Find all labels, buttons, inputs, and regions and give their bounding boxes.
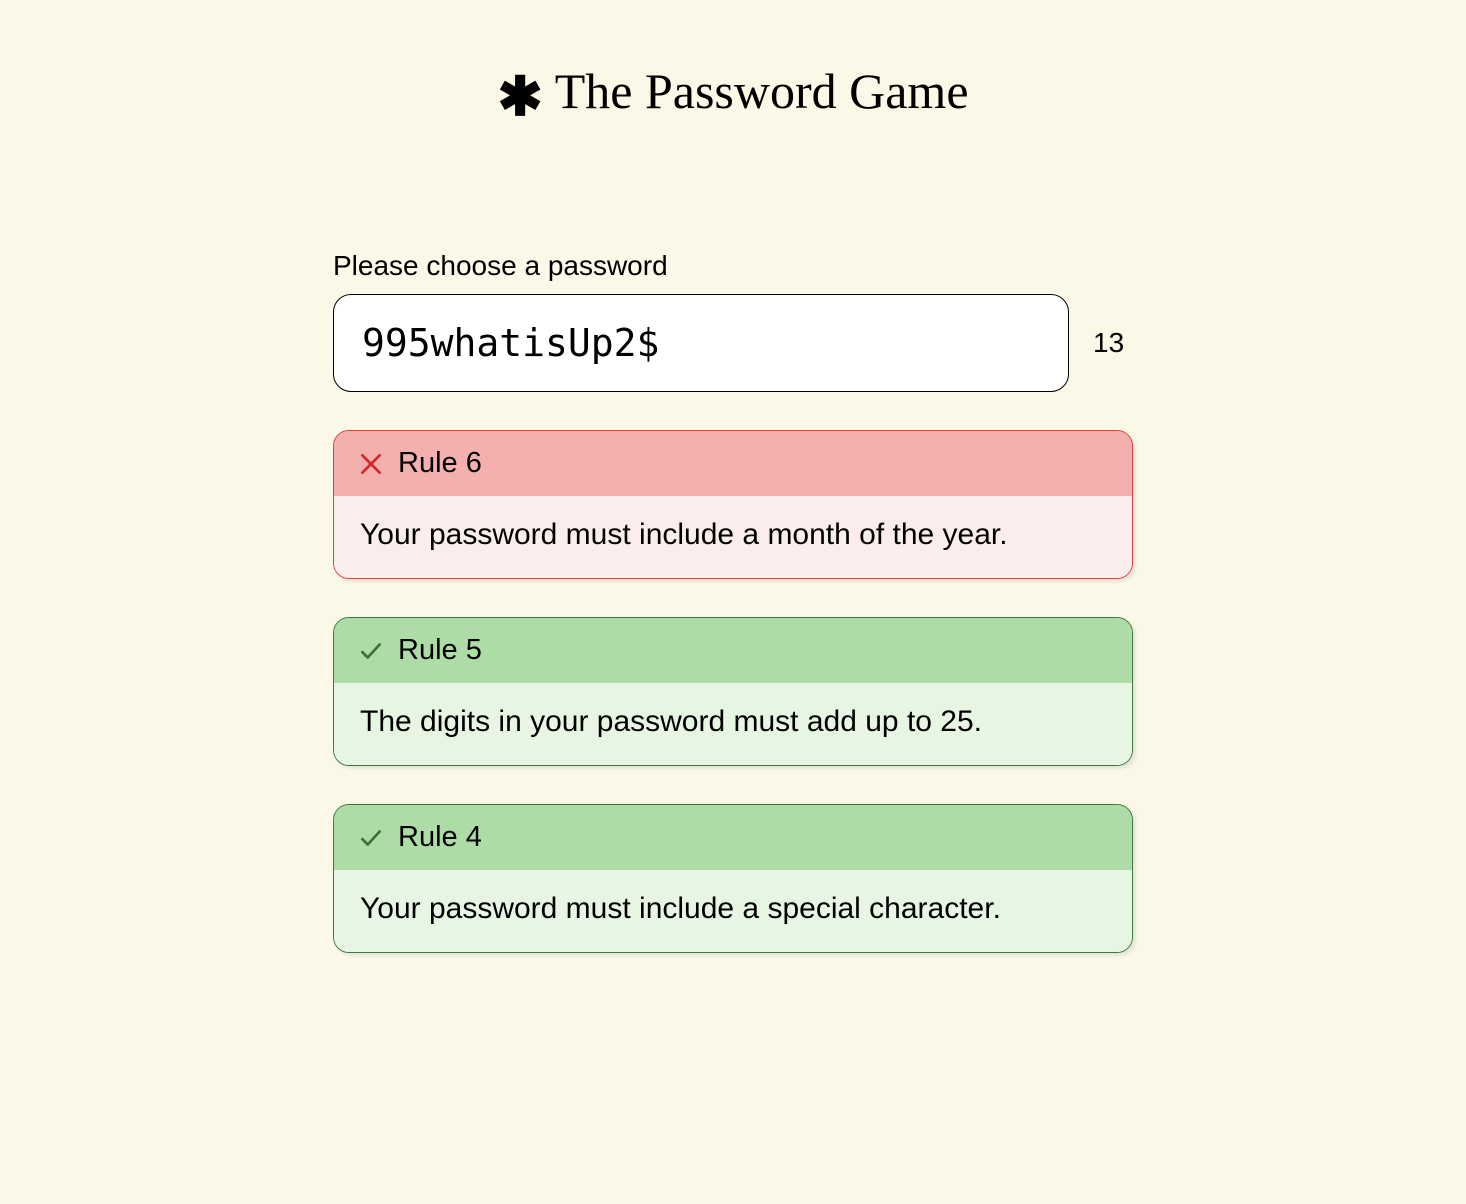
rule-label: Rule 6 (398, 447, 482, 480)
page-title: ✱ The Password Game (497, 62, 968, 120)
rule-label: Rule 4 (398, 821, 482, 854)
rule-card: Rule 4 Your password must include a spec… (333, 804, 1133, 953)
rule-label: Rule 5 (398, 634, 482, 667)
check-icon (358, 638, 384, 664)
x-icon (358, 451, 384, 477)
content-area: Please choose a password 13 Rule 6 Your … (333, 250, 1133, 953)
rules-list: Rule 6 Your password must include a mont… (333, 430, 1133, 953)
rule-card: Rule 5 The digits in your password must … (333, 617, 1133, 766)
rule-description: Your password must include a special cha… (334, 870, 1132, 952)
rule-description: The digits in your password must add up … (334, 683, 1132, 765)
rule-header: Rule 4 (334, 805, 1132, 870)
char-count: 13 (1093, 327, 1133, 359)
password-input[interactable] (333, 294, 1069, 392)
rule-header: Rule 6 (334, 431, 1132, 496)
title-text: The Password Game (555, 62, 969, 120)
input-row: 13 (333, 294, 1133, 392)
rule-header: Rule 5 (334, 618, 1132, 683)
password-prompt: Please choose a password (333, 250, 1133, 282)
page-container: ✱ The Password Game Please choose a pass… (0, 0, 1466, 953)
rule-description: Your password must include a month of th… (334, 496, 1132, 578)
check-icon (358, 825, 384, 851)
rule-card: Rule 6 Your password must include a mont… (333, 430, 1133, 579)
asterisk-icon: ✱ (497, 70, 542, 124)
